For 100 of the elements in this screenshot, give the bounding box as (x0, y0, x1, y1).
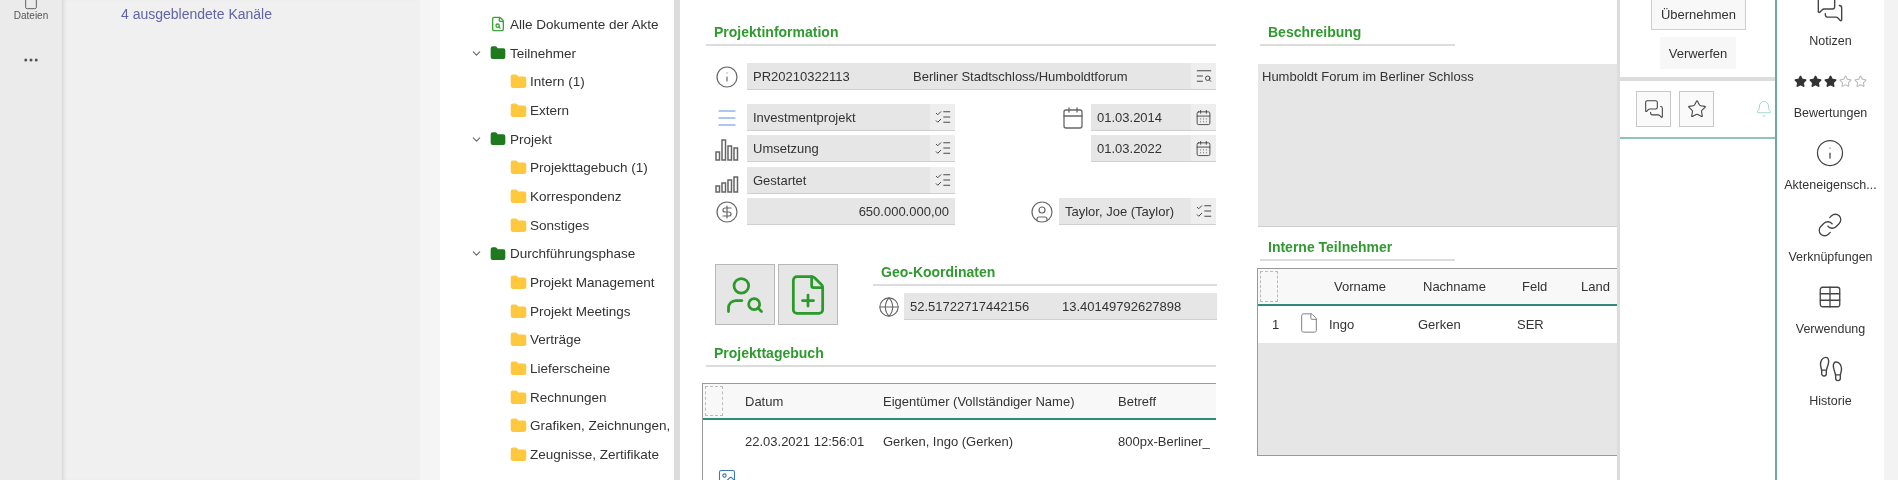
table-cell-text: 22.03.2021 12:56:01 (745, 433, 866, 451)
folder-icon (510, 73, 527, 91)
tree-item[interactable]: Projekt Meetings (530, 303, 631, 319)
status-field[interactable]: Gestartet (747, 167, 930, 194)
tree-item[interactable]: Projekttagebuch (1) (530, 160, 648, 176)
bar-chart-icon (714, 136, 739, 161)
nav-item[interactable]: Verknüpfungen (1788, 250, 1873, 264)
dollar-icon (714, 199, 739, 224)
tree-item[interactable]: Grafiken, Zeichnungen, (530, 418, 671, 434)
checklist-icon (933, 139, 952, 157)
folder-icon (510, 216, 527, 234)
folder-icon (510, 302, 527, 320)
tree-item[interactable]: Verträge (530, 332, 582, 348)
favorite-button[interactable] (1679, 91, 1714, 127)
tree-item[interactable]: Teilnehmer (510, 45, 577, 61)
name-field[interactable]: Berliner Stadtschloss/Humboldtforum (907, 63, 1191, 90)
list-button[interactable] (930, 104, 955, 131)
star-icon (1839, 74, 1852, 88)
list-button[interactable] (930, 167, 955, 194)
checklist-icon (933, 171, 952, 189)
folder-icon (490, 131, 506, 148)
select-all-checkbox[interactable] (705, 386, 723, 416)
column-header[interactable]: Datum (745, 393, 883, 409)
calendar-icon (1195, 108, 1212, 126)
discard-button[interactable]: Verwerfen (1660, 37, 1736, 69)
link-icon (1817, 212, 1844, 238)
tree-item[interactable]: Alle Dokumente der Akte (510, 16, 659, 32)
calendar-button[interactable] (1191, 104, 1216, 131)
section-title: Interne Teilnehmer (1268, 239, 1393, 255)
type-field[interactable]: Investmentprojekt (747, 104, 930, 131)
column-header[interactable]: Eigentümer (Vollständiger Name) (883, 393, 1118, 409)
tree-item[interactable]: Projekt Management (530, 275, 655, 291)
tree-item[interactable]: Rechnungen (530, 389, 607, 405)
document-icon (1298, 312, 1320, 334)
globe-icon (877, 295, 900, 318)
chat-bubbles-icon (1643, 99, 1664, 119)
calendar-button[interactable] (1191, 135, 1216, 162)
calendar-icon (1195, 139, 1212, 157)
folder-icon (510, 388, 527, 406)
tree-item[interactable]: Intern (1) (530, 74, 585, 90)
folder-icon (510, 360, 527, 378)
date-field[interactable]: 01.03.2022 (1091, 135, 1191, 162)
checklist-icon (1194, 202, 1213, 220)
table-cell-text: Gerken, Ingo (Gerken) (883, 433, 1015, 451)
nav-item[interactable]: Verwendung (1795, 322, 1866, 336)
phase-field[interactable]: Umsetzung (747, 135, 930, 162)
latitude-field[interactable]: 52.51722717442156 (904, 293, 1056, 320)
folder-icon (510, 417, 527, 435)
section-title: Beschreibung (1268, 24, 1362, 40)
tree-item[interactable]: Zeugnisse, Zertifikate (530, 447, 660, 463)
folder-icon (490, 245, 506, 262)
checklist-icon (933, 108, 952, 126)
folder-icon (490, 45, 506, 62)
section-title: Geo-Koordinaten (881, 264, 996, 280)
select-all-checkbox[interactable] (1260, 271, 1278, 302)
tree-item[interactable]: Korrespondenz (530, 188, 622, 204)
star-icon (1824, 74, 1837, 88)
table-cell-text: Ingo (1329, 317, 1356, 332)
list-search-icon (1194, 67, 1213, 85)
comments-button[interactable] (1636, 91, 1671, 127)
hidden-channels-link[interactable]: 4 ausgeblendete Kanäle (121, 6, 273, 22)
nav-item[interactable]: Historie (1809, 394, 1852, 408)
add-document-button[interactable] (778, 264, 838, 325)
section-title: Projektinformation (714, 24, 839, 40)
star-icon (1794, 74, 1807, 88)
nav-item[interactable]: Bewertungen (1793, 106, 1868, 120)
column-header[interactable]: Feld (1522, 279, 1581, 294)
document-search-icon (490, 16, 506, 33)
number-field[interactable]: PR20210322113 (747, 63, 907, 90)
owner-field[interactable]: Taylor, Joe (Taylor) (1059, 198, 1191, 225)
star-icon (1686, 99, 1707, 119)
scrollbar[interactable] (674, 0, 680, 480)
folder-icon (510, 274, 527, 292)
table-cell-text: 800px-Berliner_ (1118, 433, 1211, 451)
list-button[interactable] (1191, 198, 1216, 225)
folder-icon (510, 187, 527, 205)
folder-icon (510, 446, 527, 464)
tree-item[interactable]: Durchführungsphase (510, 246, 636, 262)
date-field[interactable]: 01.03.2014 (1091, 104, 1191, 131)
column-header[interactable]: Land (1581, 279, 1617, 294)
tree-item[interactable]: Lieferscheine (530, 361, 611, 377)
section-title: Projekttagebuch (714, 345, 824, 361)
nav-item[interactable]: Notizen (1809, 34, 1852, 48)
longitude-field[interactable]: 13.40149792627898 (1056, 293, 1217, 320)
budget-field[interactable]: 650.000.000,00 (747, 198, 955, 225)
tree-item[interactable]: Sonstiges (530, 217, 590, 233)
info-icon (714, 64, 739, 89)
column-header[interactable]: Betreff (1118, 393, 1216, 409)
apply-button[interactable]: Übernehmen (1651, 0, 1746, 30)
star-icon (1809, 74, 1822, 88)
tree-item[interactable]: Projekt (510, 131, 553, 147)
column-header[interactable]: Nachname (1423, 279, 1522, 294)
rail-item[interactable]: Dateien (13, 0, 49, 21)
description-field[interactable]: Humboldt Forum im Berliner Schloss (1258, 64, 1617, 227)
search-list-button[interactable] (1191, 63, 1216, 90)
column-header[interactable]: Vorname (1334, 279, 1423, 294)
list-button[interactable] (930, 135, 955, 162)
tree-item[interactable]: Extern (530, 102, 570, 118)
person-search-button[interactable] (715, 264, 775, 325)
nav-item[interactable]: Akteneigensch... (1784, 178, 1877, 192)
